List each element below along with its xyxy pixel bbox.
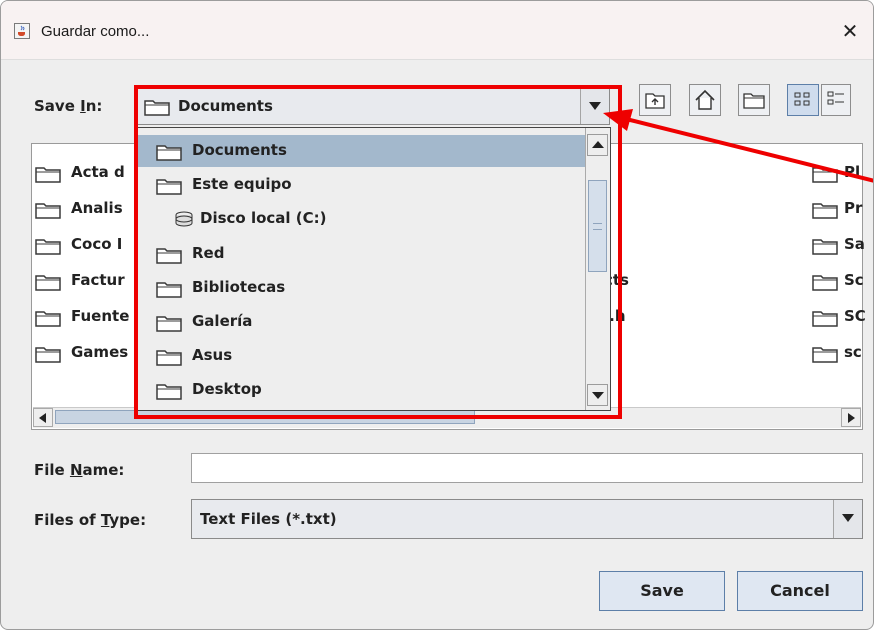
folder-icon <box>812 239 838 255</box>
dropdown-item[interactable]: Este equipo <box>138 169 586 201</box>
save-in-label: Save In: <box>34 97 103 115</box>
dropdown-item[interactable]: Red <box>138 238 586 270</box>
folder-icon <box>35 347 61 363</box>
list-view-icon <box>794 92 810 106</box>
horizontal-scroll-thumb[interactable] <box>55 410 475 424</box>
folder-icon <box>35 275 61 291</box>
file-item-name: sc <box>844 343 862 361</box>
folder-icon <box>812 347 838 363</box>
folder-icon <box>812 203 838 219</box>
file-item-name: Sa <box>844 235 865 253</box>
folder-icon <box>35 311 61 327</box>
scroll-up-button[interactable] <box>587 134 608 156</box>
up-one-level-icon <box>645 93 665 109</box>
folder-icon <box>156 179 182 195</box>
file-item-name: SC <box>844 307 866 325</box>
file-item-name: Games <box>71 343 129 361</box>
details-view-icon <box>827 91 844 105</box>
folder-icon <box>156 316 182 332</box>
dropdown-item-label: Red <box>192 243 225 262</box>
up-one-level-button[interactable] <box>639 84 671 116</box>
save-in-dropdown-list[interactable]: Documents Este equipo Disco local (C:) Red B… <box>137 127 611 411</box>
list-view-button[interactable] <box>787 84 819 116</box>
dropdown-item-label: Este equipo <box>192 175 292 194</box>
dropdown-item[interactable]: Disco local (C:) <box>138 203 586 235</box>
save-in-combobox[interactable]: Documents <box>137 87 610 125</box>
folder-icon <box>156 384 182 401</box>
drive-icon <box>175 211 193 227</box>
folder-icon <box>156 145 182 161</box>
folder-icon <box>35 239 61 255</box>
file-item-name: Acta d <box>71 163 125 181</box>
scroll-down-button[interactable] <box>587 384 608 406</box>
dropdown-item[interactable]: Bibliotecas <box>138 272 586 304</box>
dropdown-vertical-scrollbar[interactable] <box>585 128 610 410</box>
save-button[interactable]: Save <box>599 571 725 611</box>
close-button[interactable]: ✕ <box>835 17 865 45</box>
dropdown-item-label: Asus <box>192 346 233 365</box>
save-dialog: Guardar como... ✕ Save In: Documents Act… <box>0 0 874 630</box>
folder-icon <box>156 282 182 298</box>
cancel-button[interactable]: Cancel <box>737 571 863 611</box>
folder-icon <box>812 167 838 183</box>
folder-icon <box>35 203 61 219</box>
home-icon <box>695 89 715 110</box>
dropdown-item[interactable]: Desktop <box>138 374 586 406</box>
file-item-name: Pl <box>844 163 861 181</box>
new-folder-button[interactable] <box>738 84 770 116</box>
scroll-right-button[interactable] <box>841 408 861 427</box>
vertical-scroll-thumb[interactable] <box>588 180 607 272</box>
java-cup-icon <box>14 23 30 39</box>
dropdown-item-label: Galería <box>192 312 253 330</box>
folder-icon <box>812 275 838 291</box>
file-item-name: Pr <box>844 199 863 217</box>
files-of-type-dropdown-arrow[interactable] <box>833 500 862 538</box>
window-title: Guardar como... <box>41 23 150 40</box>
save-in-dropdown-arrow[interactable] <box>580 88 609 124</box>
new-folder-icon <box>743 93 765 109</box>
scroll-left-button[interactable] <box>33 408 53 427</box>
file-item-name: Coco I <box>71 235 123 253</box>
save-in-value: Documents <box>178 97 273 115</box>
file-name-input[interactable] <box>191 453 863 483</box>
folder-icon <box>156 350 182 366</box>
files-of-type-label: Files of Type: <box>34 511 147 529</box>
file-item-name: Analis <box>71 199 123 217</box>
folder-icon <box>812 311 838 327</box>
file-item-name: Factur <box>71 271 125 289</box>
dropdown-item-label: Disco local (C:) <box>200 209 327 228</box>
details-view-button[interactable] <box>821 84 851 116</box>
folder-icon <box>144 100 170 116</box>
files-of-type-value: Text Files (*.txt) <box>200 510 337 528</box>
dropdown-item[interactable]: Documents <box>138 135 586 167</box>
folder-icon <box>156 247 182 264</box>
folder-icon <box>35 167 61 183</box>
dropdown-item[interactable]: Asus <box>138 340 586 372</box>
dropdown-item-label: Bibliotecas <box>192 277 286 296</box>
dropdown-item-label: Documents <box>192 141 287 159</box>
files-of-type-combobox[interactable]: Text Files (*.txt) <box>191 499 863 539</box>
dropdown-item[interactable]: Galería <box>138 306 586 338</box>
title-bar: Guardar como... ✕ <box>1 1 873 60</box>
file-item-name: Sc <box>844 271 864 289</box>
home-button[interactable] <box>689 84 721 116</box>
dropdown-item-label: Desktop <box>192 380 262 399</box>
file-item-name: Fuente <box>71 307 130 325</box>
file-name-label: File Name: <box>34 461 125 479</box>
